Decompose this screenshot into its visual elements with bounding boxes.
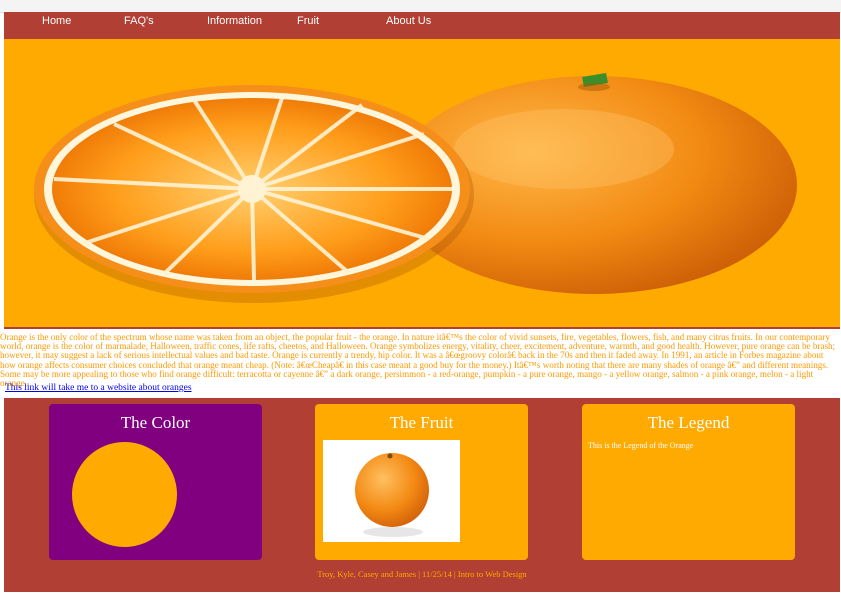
- card-title-the-legend: The Legend: [647, 413, 730, 432]
- card-the-fruit: The Fruit: [315, 404, 528, 560]
- fruit-photo: [323, 440, 460, 542]
- orange-photo-image: [355, 453, 429, 537]
- card-the-color: The Color: [49, 404, 262, 560]
- section-divider: [4, 327, 840, 329]
- nav-link-home[interactable]: Home: [42, 15, 71, 27]
- legend-text: This is the Legend of the Orange: [588, 441, 694, 450]
- nav-link-faqs[interactable]: FAQ's: [124, 15, 154, 27]
- card-the-legend: The Legend This is the Legend of the Ora…: [582, 404, 795, 560]
- content-panel: The Color The Fruit The Legend This is t…: [4, 398, 840, 592]
- footer-credit: Troy, Kyle, Casey and James | 11/25/14 |…: [317, 569, 527, 579]
- hero-banner-image: [4, 39, 840, 327]
- card-title-the-fruit: The Fruit: [389, 413, 454, 432]
- nav-link-information[interactable]: Information: [207, 15, 262, 27]
- orange-color-circle: [72, 442, 177, 547]
- orange-illustration: [34, 73, 797, 303]
- intro-paragraph: Orange is the only color of the spectrum…: [0, 332, 836, 389]
- oranges-website-link[interactable]: This link will take me to a website abou…: [5, 383, 192, 393]
- card-title-the-color: The Color: [120, 413, 191, 432]
- navigation-bar: Home FAQ's Information Fruit About Us: [4, 12, 840, 39]
- nav-link-about-us[interactable]: About Us: [386, 15, 431, 27]
- nav-link-fruit[interactable]: Fruit: [297, 15, 319, 27]
